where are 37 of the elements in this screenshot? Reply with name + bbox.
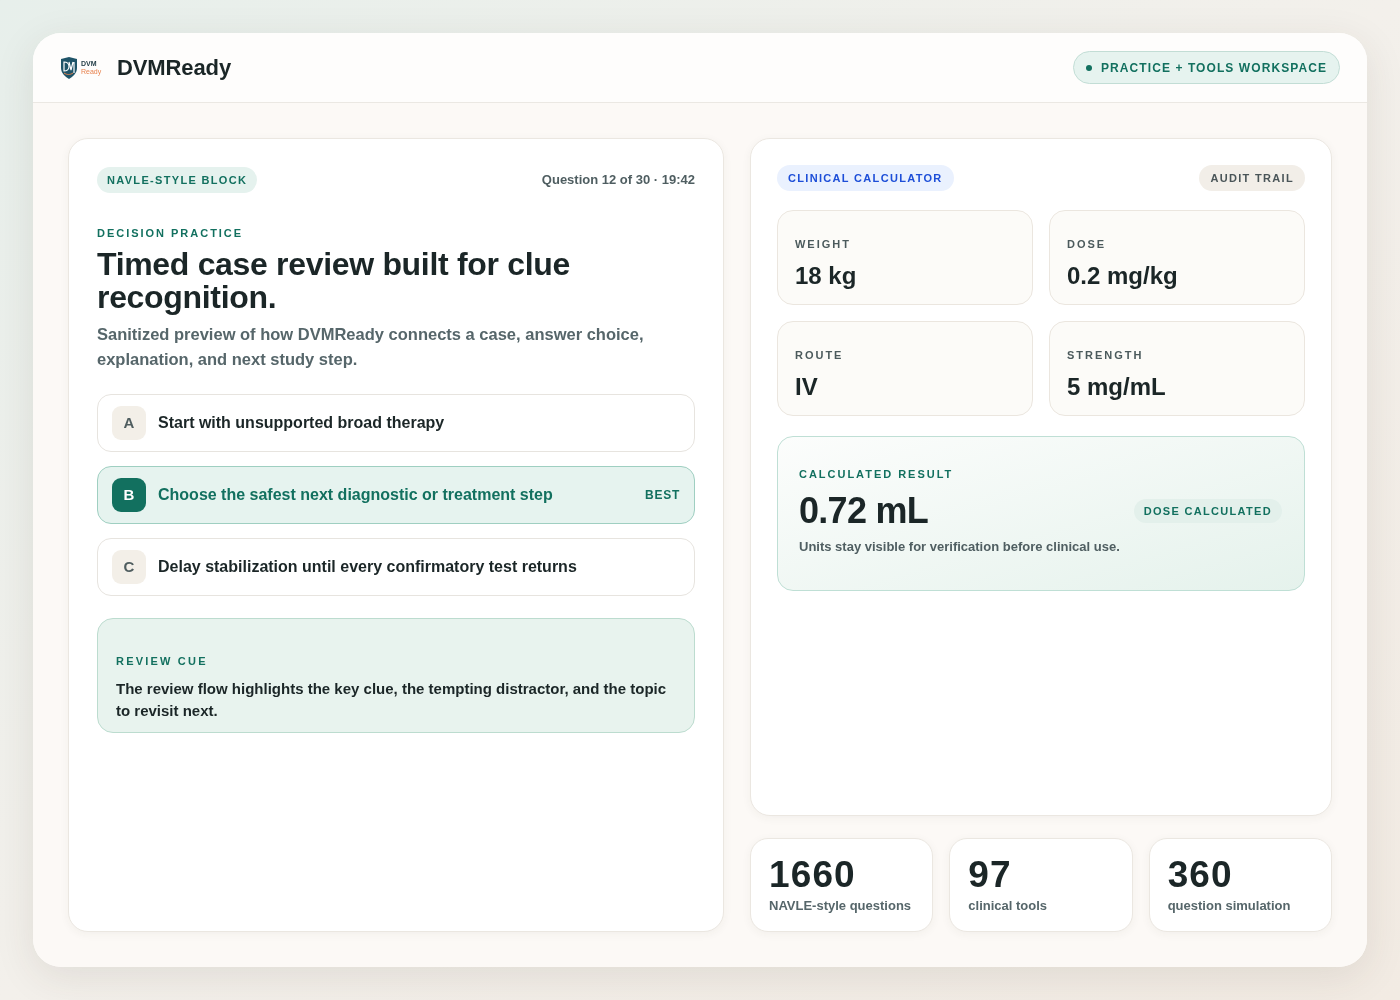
question-counter: Question 12 of 30 · 19:42 bbox=[541, 171, 695, 190]
stat-label: clinical tools bbox=[968, 897, 1049, 914]
shield-logo-icon bbox=[60, 56, 78, 79]
field-label: ROUTE bbox=[795, 348, 844, 362]
field-value: 0.2 mg/kg bbox=[1067, 261, 1179, 291]
status-badge: DOSE CALCULATED bbox=[1133, 499, 1282, 523]
field-label: WEIGHT bbox=[795, 237, 851, 251]
stat-label: question simulation bbox=[1167, 897, 1292, 914]
option-letter: A bbox=[112, 406, 146, 440]
result-label: CALCULATED RESULT bbox=[799, 467, 954, 481]
stat-label: NAVLE-style questions bbox=[769, 897, 913, 914]
field-label: STRENGTH bbox=[1067, 348, 1144, 362]
field-value: 18 kg bbox=[795, 261, 858, 291]
best-answer-label: BEST bbox=[645, 487, 680, 504]
calculator-badge: CLINICAL CALCULATOR bbox=[777, 165, 954, 191]
block-badge: NAVLE-STYLE BLOCK bbox=[97, 167, 258, 193]
brand-name: DVMReady bbox=[117, 54, 232, 82]
stat-value: 97 bbox=[968, 855, 1013, 895]
answer-option[interactable]: A Start with unsupported broad therapy bbox=[97, 394, 695, 452]
review-cue-label: REVIEW CUE bbox=[116, 654, 208, 668]
field-value: IV bbox=[795, 372, 819, 402]
field-value: 5 mg/mL bbox=[1067, 372, 1167, 402]
result-value: 0.72 mL bbox=[799, 489, 929, 533]
question-title: Timed case review built for clue recognition. bbox=[97, 248, 571, 314]
section-eyebrow: DECISION PRACTICE bbox=[97, 226, 244, 240]
result-note: Units stay visible for verification before clinical use. bbox=[799, 538, 1121, 556]
field-label: DOSE bbox=[1067, 237, 1107, 251]
answer-option[interactable]: C Delay stabilization until every confirmatory test returns bbox=[97, 538, 695, 596]
audit-trail-button[interactable]: AUDIT TRAIL bbox=[1199, 165, 1305, 191]
stat-value: 1660 bbox=[769, 855, 857, 895]
option-letter: C bbox=[112, 550, 146, 584]
workspace-label: PRACTICE + TOOLS WORKSPACE bbox=[1101, 59, 1327, 77]
option-letter: B bbox=[112, 478, 146, 512]
answer-option[interactable]: B Choose the safest next diagnostic or treatment step BEST bbox=[97, 466, 695, 524]
question-description: Sanitized preview of how DVMReady connects a case, answer choice, explanation, and next study step. bbox=[97, 324, 645, 370]
review-cue-text: The review flow highlights the key clue, the tempting distractor, and the topic to revisit next. bbox=[116, 679, 668, 721]
stat-value: 360 bbox=[1167, 855, 1234, 895]
